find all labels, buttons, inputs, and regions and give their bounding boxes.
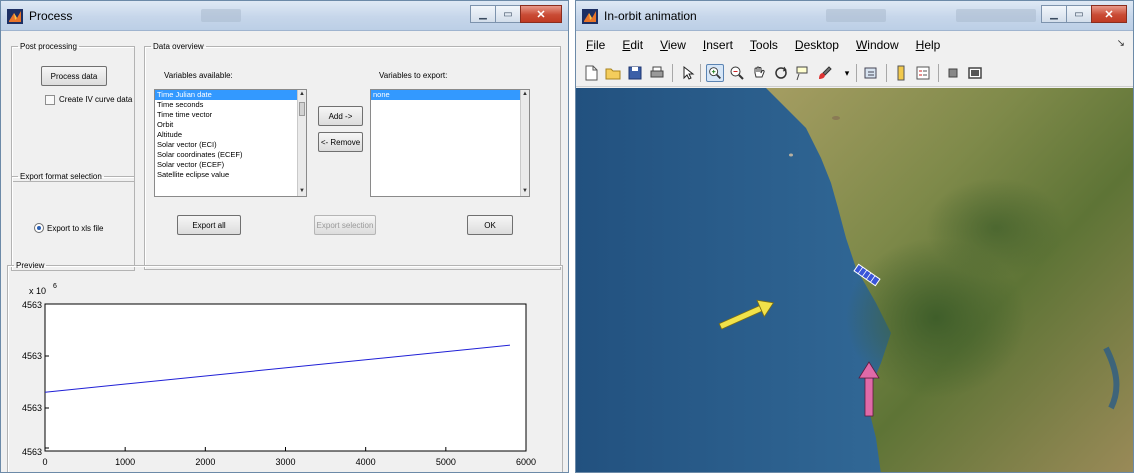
toolbar-separator (938, 64, 939, 82)
show-tools-icon[interactable] (966, 64, 984, 82)
process-title: Process (29, 9, 73, 23)
menu-file[interactable]: File (586, 38, 605, 52)
menu-desktop[interactable]: Desktop (795, 38, 839, 52)
preview-plot[interactable]: 4563 4563 4563 4563 0 1000 2000 3000 4000 500… (1, 31, 569, 473)
process-window: Process ▁ ▭ ✕ Post processing Process da… (0, 0, 569, 473)
minimize-icon: ▁ (1050, 8, 1058, 20)
y-tick-labels: 4563 4563 4563 4563 (22, 300, 42, 457)
process-content: Post processing Process data Create IV c… (1, 31, 568, 472)
brush-icon[interactable] (816, 64, 834, 82)
maximize-button[interactable]: ▭ (1066, 5, 1092, 23)
print-icon[interactable] (648, 64, 666, 82)
close-button[interactable]: ✕ (1091, 5, 1127, 23)
process-titlebar[interactable]: Process ▁ ▭ ✕ (1, 1, 568, 31)
maximize-button[interactable]: ▭ (495, 5, 521, 23)
animation-titlebar[interactable]: In-orbit animation ▁ ▭ ✕ (576, 1, 1133, 31)
background-tab (201, 9, 241, 22)
maximize-icon: ▭ (1074, 8, 1084, 20)
toolbar-separator (700, 64, 701, 82)
y-tick-label: 4563 (22, 300, 42, 310)
new-file-icon[interactable] (582, 64, 600, 82)
x-tick-label: 6000 (516, 457, 536, 467)
toolbar-separator (886, 64, 887, 82)
matlab-icon (7, 9, 23, 24)
y-tick-label: 4563 (22, 403, 42, 413)
island (832, 116, 840, 120)
x-tick-labels: 0 1000 2000 3000 4000 5000 6000 (42, 457, 536, 467)
menu-insert[interactable]: Insert (703, 38, 733, 52)
forest-region (926, 178, 1066, 278)
globe-view[interactable] (576, 88, 1133, 472)
pointer-icon[interactable] (678, 64, 696, 82)
x-tick-label: 4000 (356, 457, 376, 467)
hide-tools-icon[interactable] (944, 64, 962, 82)
toolbar-separator (672, 64, 673, 82)
x-tick-label: 5000 (436, 457, 456, 467)
menu-bar: File Edit View Insert Tools Desktop Wind… (576, 31, 1133, 59)
close-icon: ✕ (1104, 8, 1114, 21)
matlab-icon (582, 9, 598, 24)
link-icon[interactable] (862, 64, 880, 82)
close-icon: ✕ (536, 8, 546, 21)
menu-help[interactable]: Help (916, 38, 941, 52)
zoom-out-icon[interactable] (728, 64, 746, 82)
menu-window[interactable]: Window (856, 38, 899, 52)
x-tick-label: 1000 (115, 457, 135, 467)
data-cursor-icon[interactable] (794, 64, 812, 82)
rotate-icon[interactable] (772, 64, 790, 82)
y-tick-label: 4563 (22, 351, 42, 361)
close-button[interactable]: ✕ (520, 5, 562, 23)
menu-tools[interactable]: Tools (750, 38, 778, 52)
legend-icon[interactable] (914, 64, 932, 82)
plot-axes-box (44, 303, 527, 452)
minimize-button[interactable]: ▁ (470, 5, 496, 23)
x-tick-label: 3000 (275, 457, 295, 467)
animation-window: In-orbit animation ▁ ▭ ✕ File Edit View … (575, 0, 1134, 473)
y-exponent-base: x 10 (29, 286, 46, 296)
zoom-in-icon[interactable] (706, 64, 724, 82)
brush-dropdown-icon[interactable]: ▾ (838, 64, 856, 82)
y-exponent-power: 6 (53, 283, 57, 290)
maximize-icon: ▭ (503, 8, 513, 20)
colorbar-icon[interactable] (892, 64, 910, 82)
x-tick-label: 0 (42, 457, 47, 467)
island (789, 153, 793, 157)
figure-toolbar: ▾ (576, 59, 1133, 87)
background-tab (956, 9, 1036, 22)
toolbar-separator (856, 64, 857, 82)
background-tab (826, 9, 886, 22)
y-tick-label: 4563 (22, 447, 42, 457)
minimize-icon: ▁ (479, 8, 487, 20)
open-folder-icon[interactable] (604, 64, 622, 82)
save-icon[interactable] (626, 64, 644, 82)
menu-overflow-icon[interactable]: ↘ (1117, 38, 1125, 49)
x-tick-label: 2000 (195, 457, 215, 467)
pan-icon[interactable] (750, 64, 768, 82)
minimize-button[interactable]: ▁ (1041, 5, 1067, 23)
animation-title: In-orbit animation (604, 9, 697, 23)
earth-map[interactable] (576, 88, 1133, 472)
menu-view[interactable]: View (660, 38, 686, 52)
menu-edit[interactable]: Edit (622, 38, 643, 52)
